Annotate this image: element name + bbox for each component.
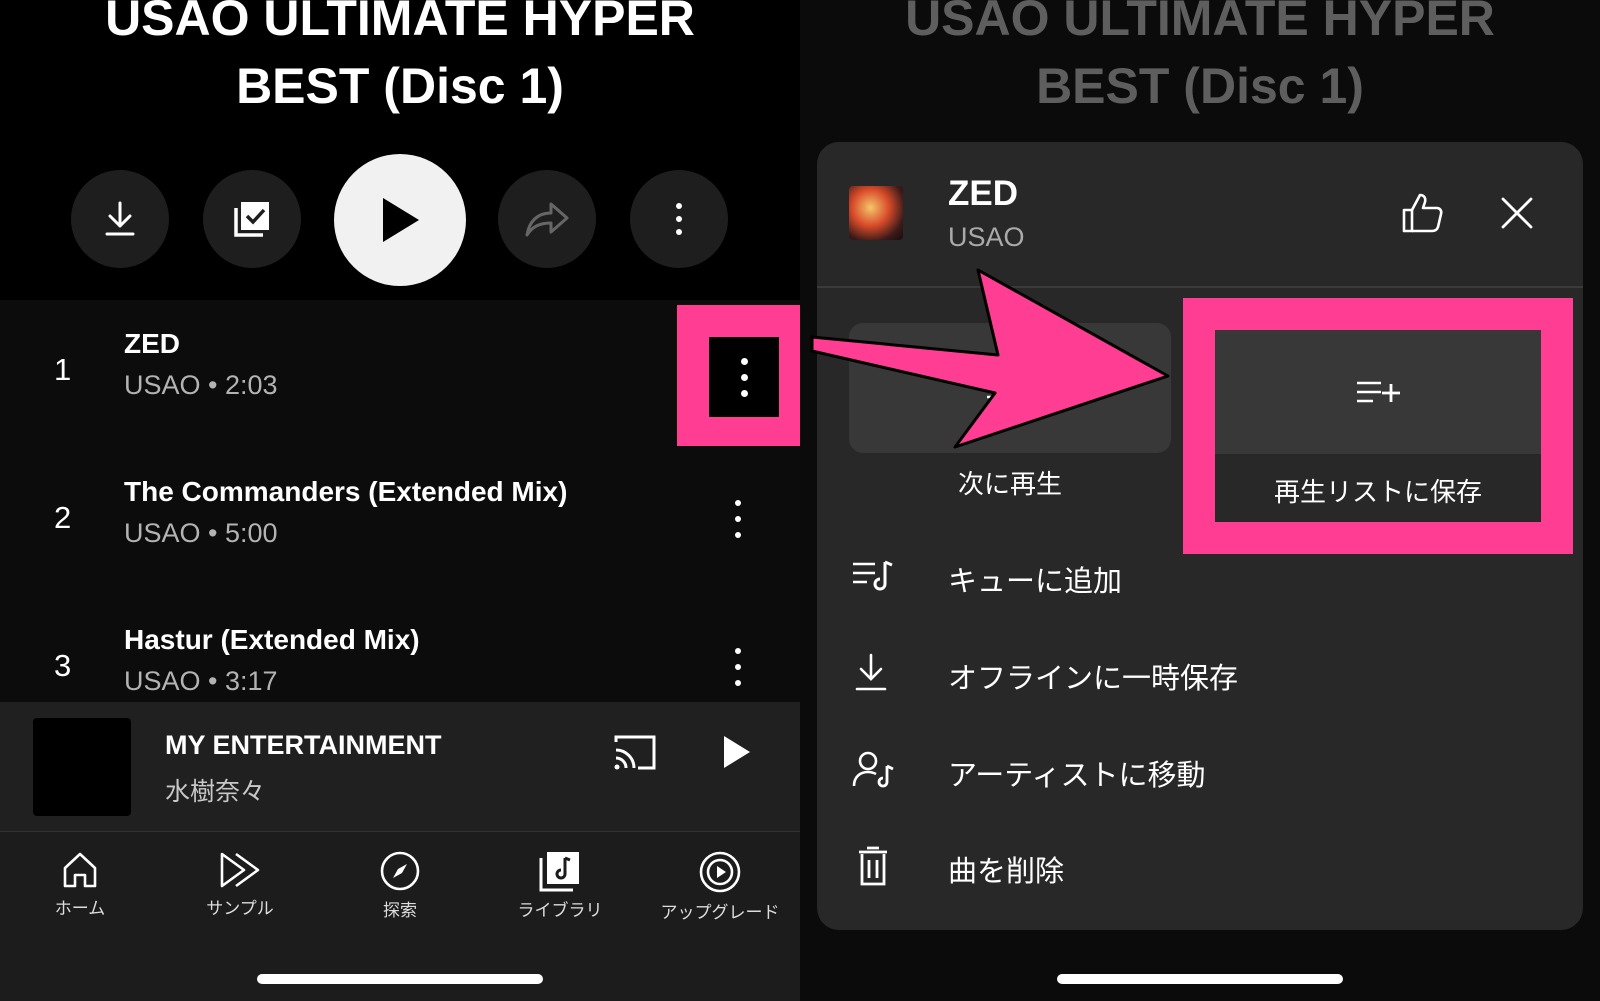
like-icon[interactable] [1400,192,1444,234]
share-button[interactable] [498,170,596,268]
add-to-library-button[interactable] [203,170,301,268]
nav-library[interactable]: ライブラリ [480,850,640,921]
song-artwork [849,186,903,240]
mini-play-icon[interactable] [722,734,752,770]
queue-add-icon [853,560,893,591]
nav-home[interactable]: ホーム [0,850,160,919]
library-icon [539,852,579,892]
play-next-label: 次に再生 [957,470,1062,500]
share-icon [525,202,569,237]
home-indicator [257,974,543,984]
track-subtitle: USAO • 3:17 [124,666,278,696]
track-number: 1 [54,352,72,387]
track-row[interactable]: 2 The Commanders (Extended Mix) USAO • 5… [0,448,800,588]
download-button[interactable] [71,170,169,268]
nav-samples[interactable]: サンプル [160,850,320,919]
album-title-line2: BEST (Disc 1) [236,58,564,114]
cast-icon[interactable] [612,732,658,772]
play-next-icon [987,377,1031,399]
mini-player-artwork [33,718,131,816]
save-to-playlist-tile-top[interactable] [1215,330,1541,454]
nav-upgrade[interactable]: アップグレード [640,850,800,923]
menu-label: アーティストに移動 [948,758,1206,792]
delete-song-item[interactable]: 曲を削除 [817,826,1583,906]
album-screen: USAO ULTIMATE HYPER BEST (Disc 1) 1 ZED … [0,0,800,1001]
save-to-playlist-label: 再生リストに保存 [1273,478,1482,508]
home-icon [63,852,97,888]
library-check-icon [234,202,269,237]
sheet-song-title: ZED [948,174,1018,213]
track-subtitle: USAO • 2:03 [124,370,278,400]
play-icon [383,198,419,242]
track-more-button[interactable] [728,494,748,544]
home-indicator [1057,974,1343,984]
track-more-button[interactable] [728,642,748,692]
play-album-button[interactable] [334,154,466,286]
track-more-button-highlighted[interactable] [709,337,779,417]
save-offline-item[interactable]: オフラインに一時保存 [817,633,1583,713]
nav-label: アップグレード [660,903,780,923]
track-number: 3 [54,648,72,683]
album-title-line1-dimmed: USAO ULTIMATE HYPER [905,0,1495,46]
nav-explore[interactable]: 探索 [320,850,480,921]
go-to-artist-item[interactable]: アーティストに移動 [817,730,1583,810]
sheet-divider [817,286,1583,288]
menu-label: キューに追加 [948,564,1123,598]
download-icon [105,201,135,236]
mini-player-title: MY ENTERTAINMENT [165,730,442,760]
download-icon [855,653,887,691]
close-icon[interactable] [1500,196,1534,230]
track-subtitle: USAO • 5:00 [124,518,278,548]
menu-label: オフラインに一時保存 [948,661,1239,695]
album-more-button[interactable] [630,170,728,268]
nav-label: ライブラリ [517,901,603,921]
nav-label: 探索 [383,901,417,921]
explore-icon [380,851,420,891]
upgrade-icon [699,851,741,893]
play-next-button[interactable] [849,323,1171,453]
mini-player[interactable]: MY ENTERTAINMENT 水樹奈々 [0,702,800,832]
save-to-playlist-button[interactable]: 再生リストに保存 [1215,330,1541,522]
nav-label: サンプル [206,899,274,919]
mini-player-artist: 水樹奈々 [165,777,266,806]
track-number: 2 [54,500,72,535]
artist-icon [852,751,894,788]
sheet-song-artist: USAO [948,222,1025,252]
nav-label: ホーム [54,899,106,919]
album-title-line2-dimmed: BEST (Disc 1) [1036,58,1364,114]
more-vertical-icon [676,203,682,235]
album-title-line1: USAO ULTIMATE HYPER [105,0,695,46]
menu-label: 曲を削除 [948,854,1065,888]
trash-icon [859,846,887,886]
playlist-add-icon [1357,381,1400,403]
track-title: Hastur (Extended Mix) [124,624,420,655]
samples-icon [220,852,260,888]
track-title: ZED [124,328,180,359]
track-title: The Commanders (Extended Mix) [124,476,568,507]
